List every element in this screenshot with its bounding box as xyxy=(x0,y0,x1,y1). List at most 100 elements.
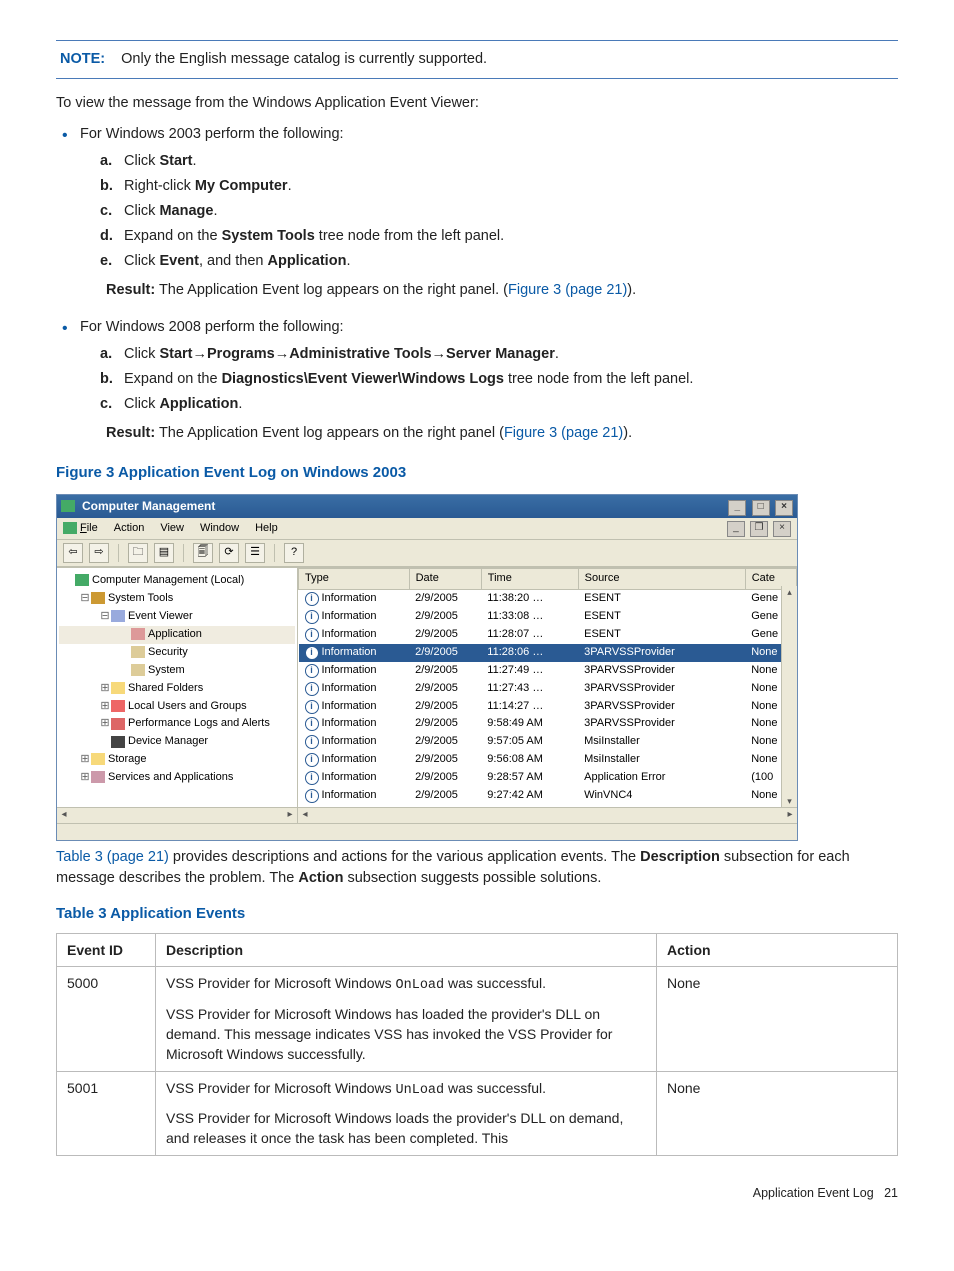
bullet-2008: For Windows 2008 perform the following: … xyxy=(80,317,898,444)
info-icon: i xyxy=(305,610,319,624)
figure-link[interactable]: Figure 3 (page 21) xyxy=(504,425,623,441)
menubar: File Action View Window Help _ ❐ × xyxy=(57,518,797,540)
col-description: Description xyxy=(156,933,657,966)
info-icon: i xyxy=(305,682,319,696)
step-2008-c: c. Click Application. xyxy=(124,394,898,415)
note-label: NOTE: xyxy=(60,51,105,67)
tree-node[interactable]: Application xyxy=(59,626,295,644)
event-row[interactable]: iInformation2/9/200511:38:20 …ESENTGene xyxy=(299,589,797,607)
computer-management-window: Computer Management _ □ × File Action Vi… xyxy=(56,494,798,841)
info-icon: i xyxy=(305,753,319,767)
step-2003: b.Right-click My Computer. xyxy=(124,176,898,197)
tree-icon xyxy=(111,682,125,694)
window-title: Computer Management xyxy=(78,498,726,515)
event-row[interactable]: iInformation2/9/200511:27:49 …3PARVSSPro… xyxy=(299,662,797,680)
up-button[interactable]: 🗀 xyxy=(128,543,148,563)
help-button[interactable]: ? xyxy=(284,543,304,563)
note-box: NOTE: Only the English message catalog i… xyxy=(56,40,898,79)
result-label: Result: xyxy=(106,282,155,298)
doc-icon xyxy=(63,522,77,534)
event-row[interactable]: iInformation2/9/200511:28:07 …ESENTGene xyxy=(299,626,797,644)
info-icon: i xyxy=(305,664,319,678)
minimize-button[interactable]: _ xyxy=(728,500,746,516)
figure-link[interactable]: Figure 3 (page 21) xyxy=(508,282,627,298)
event-row[interactable]: iInformation2/9/20059:57:05 AMMsiInstall… xyxy=(299,733,797,751)
event-row[interactable]: iInformation2/9/200511:14:27 …3PARVSSPro… xyxy=(299,698,797,716)
event-row[interactable]: iInformation2/9/200511:33:08 …ESENTGene xyxy=(299,608,797,626)
tree-icon xyxy=(111,610,125,622)
menu-window[interactable]: Window xyxy=(200,521,239,537)
maximize-button[interactable]: □ xyxy=(752,500,770,516)
footer-text: Application Event Log xyxy=(753,1186,874,1200)
info-icon: i xyxy=(305,717,319,731)
col-date[interactable]: Date xyxy=(409,568,481,589)
col-action: Action xyxy=(657,933,898,966)
col-type[interactable]: Type xyxy=(299,568,410,589)
tree-node[interactable]: ⊞Local Users and Groups xyxy=(59,698,295,716)
event-row[interactable]: iInformation2/9/200511:28:06 …3PARVSSPro… xyxy=(299,644,797,662)
page-footer: Application Event Log 21 xyxy=(56,1184,898,1202)
step-2008-a: a. Click Start→Programs→Administrative T… xyxy=(124,344,898,365)
back-button[interactable]: ⇦ xyxy=(63,543,83,563)
info-icon: i xyxy=(305,789,319,803)
child-close-button[interactable]: × xyxy=(773,521,791,537)
export-button[interactable]: ⟳ xyxy=(219,543,239,563)
tree-node[interactable]: System xyxy=(59,662,295,680)
tree-panel: Computer Management (Local)⊟System Tools… xyxy=(57,568,298,823)
event-row[interactable]: iInformation2/9/20059:58:49 AM3PARVSSPro… xyxy=(299,715,797,733)
event-row[interactable]: iInformation2/9/20059:56:08 AMMsiInstall… xyxy=(299,751,797,769)
tree-node[interactable]: Device Manager xyxy=(59,733,295,751)
tree-node[interactable]: ⊞Shared Folders xyxy=(59,680,295,698)
tree-node[interactable]: ⊟Event Viewer xyxy=(59,608,295,626)
bullet-2008-lead: For Windows 2008 perform the following: xyxy=(80,319,344,335)
bullet-2003-lead: For Windows 2003 perform the following: xyxy=(80,126,344,142)
window-buttons: _ □ × xyxy=(726,497,793,516)
tree-node[interactable]: Computer Management (Local) xyxy=(59,572,295,590)
info-icon: i xyxy=(305,628,319,642)
tree-node[interactable]: Security xyxy=(59,644,295,662)
list-hscrollbar[interactable]: ◂▸ xyxy=(298,807,797,823)
tree-node[interactable]: ⊞Performance Logs and Alerts xyxy=(59,715,295,733)
tree-node[interactable]: ⊟System Tools xyxy=(59,590,295,608)
result-label: Result: xyxy=(106,425,155,441)
tree-icon xyxy=(111,736,125,748)
event-row[interactable]: iInformation2/9/20059:28:57 AMApplicatio… xyxy=(299,769,797,787)
step-2003: a.Click Start. xyxy=(124,151,898,172)
titlebar[interactable]: Computer Management _ □ × xyxy=(57,495,797,518)
info-icon: i xyxy=(305,592,319,606)
menu-action[interactable]: Action xyxy=(114,521,145,537)
step-2003: c.Click Manage. xyxy=(124,201,898,222)
child-restore-button[interactable]: ❐ xyxy=(750,521,768,537)
event-row[interactable]: iInformation2/9/20059:27:42 AMWinVNC4Non… xyxy=(299,787,797,805)
list-button[interactable]: ☰ xyxy=(245,543,265,563)
info-icon: i xyxy=(305,771,319,785)
close-button[interactable]: × xyxy=(775,500,793,516)
col-source[interactable]: Source xyxy=(578,568,745,589)
tree-scrollbar[interactable]: ◂▸ xyxy=(57,807,297,823)
events-table: Event ID Description Action 5000VSS Prov… xyxy=(56,933,898,1156)
menu-file[interactable]: File xyxy=(80,521,98,537)
child-minimize-button[interactable]: _ xyxy=(727,521,745,537)
props-button[interactable]: ▤ xyxy=(154,543,174,563)
menu-view[interactable]: View xyxy=(160,521,184,537)
col-time[interactable]: Time xyxy=(481,568,578,589)
tree-node[interactable]: ⊞Storage xyxy=(59,751,295,769)
list-panel: Type Date Time Source Cate iInformation2… xyxy=(298,568,797,823)
result-2003: Result: The Application Event log appear… xyxy=(106,280,898,301)
event-row[interactable]: iInformation2/9/200511:27:43 …3PARVSSPro… xyxy=(299,680,797,698)
list-vscrollbar[interactable]: ▴▾ xyxy=(781,586,797,808)
table-link[interactable]: Table 3 (page 21) xyxy=(56,849,169,865)
info-icon: i xyxy=(305,700,319,714)
titlebar-icon xyxy=(61,500,75,512)
tree-icon xyxy=(111,718,125,730)
info-icon: i xyxy=(305,646,319,660)
info-icon: i xyxy=(305,735,319,749)
refresh-button[interactable]: 🗐 xyxy=(193,543,213,563)
toolbar: ⇦ ⇨ 🗀 ▤ 🗐 ⟳ ☰ ? xyxy=(57,540,797,567)
tree-node[interactable]: ⊞Services and Applications xyxy=(59,769,295,787)
menu-help[interactable]: Help xyxy=(255,521,278,537)
events-row: 5000VSS Provider for Microsoft Windows O… xyxy=(57,967,898,1071)
col-event-id: Event ID xyxy=(57,933,156,966)
after-figure-paragraph: Table 3 (page 21) provides descriptions … xyxy=(56,847,898,889)
forward-button[interactable]: ⇨ xyxy=(89,543,109,563)
